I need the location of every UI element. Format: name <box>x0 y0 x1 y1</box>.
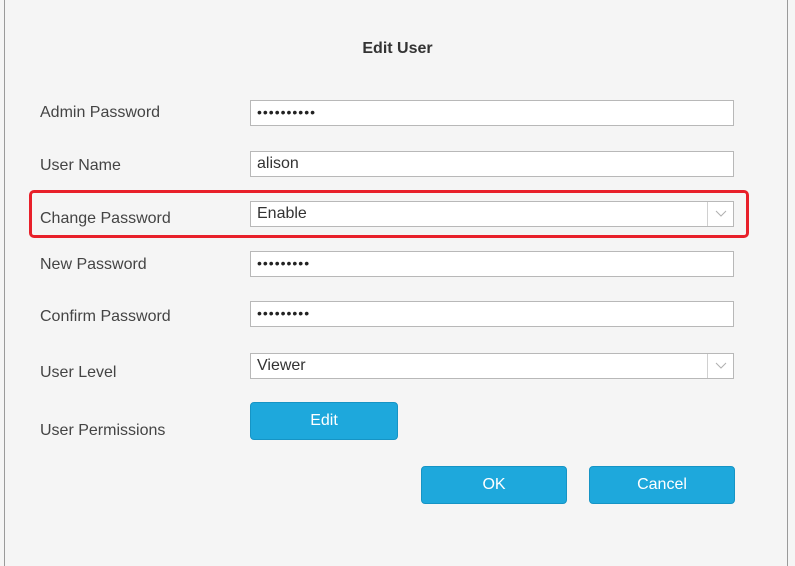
cancel-button[interactable]: Cancel <box>589 466 735 504</box>
user-level-value: Viewer <box>257 357 306 374</box>
ok-button[interactable]: OK <box>421 466 567 504</box>
confirm-password-label: Confirm Password <box>40 308 171 325</box>
chevron-down-icon[interactable] <box>707 354 733 378</box>
new-password-label: New Password <box>40 256 147 273</box>
user-level-select[interactable]: Viewer <box>250 353 734 379</box>
admin-password-label: Admin Password <box>40 104 161 121</box>
user-level-label: User Level <box>40 364 117 381</box>
change-password-label: Change Password <box>40 210 171 227</box>
change-password-value: Enable <box>257 205 307 222</box>
user-name-label: User Name <box>40 157 121 174</box>
chevron-down-icon[interactable] <box>707 202 733 226</box>
confirm-password-field[interactable]: ••••••••• <box>250 301 734 327</box>
dialog-border-left <box>4 0 5 566</box>
user-name-field[interactable]: alison <box>250 151 734 177</box>
change-password-select[interactable]: Enable <box>250 201 734 227</box>
dialog-title: Edit User <box>362 40 433 57</box>
admin-password-field[interactable]: •••••••••• <box>250 100 734 126</box>
user-permissions-label: User Permissions <box>40 422 166 439</box>
edit-user-dialog: Edit User Admin Password •••••••••• User… <box>0 0 795 566</box>
new-password-field[interactable]: ••••••••• <box>250 251 734 277</box>
edit-permissions-button[interactable]: Edit <box>250 402 398 440</box>
dialog-border-right <box>787 0 788 566</box>
